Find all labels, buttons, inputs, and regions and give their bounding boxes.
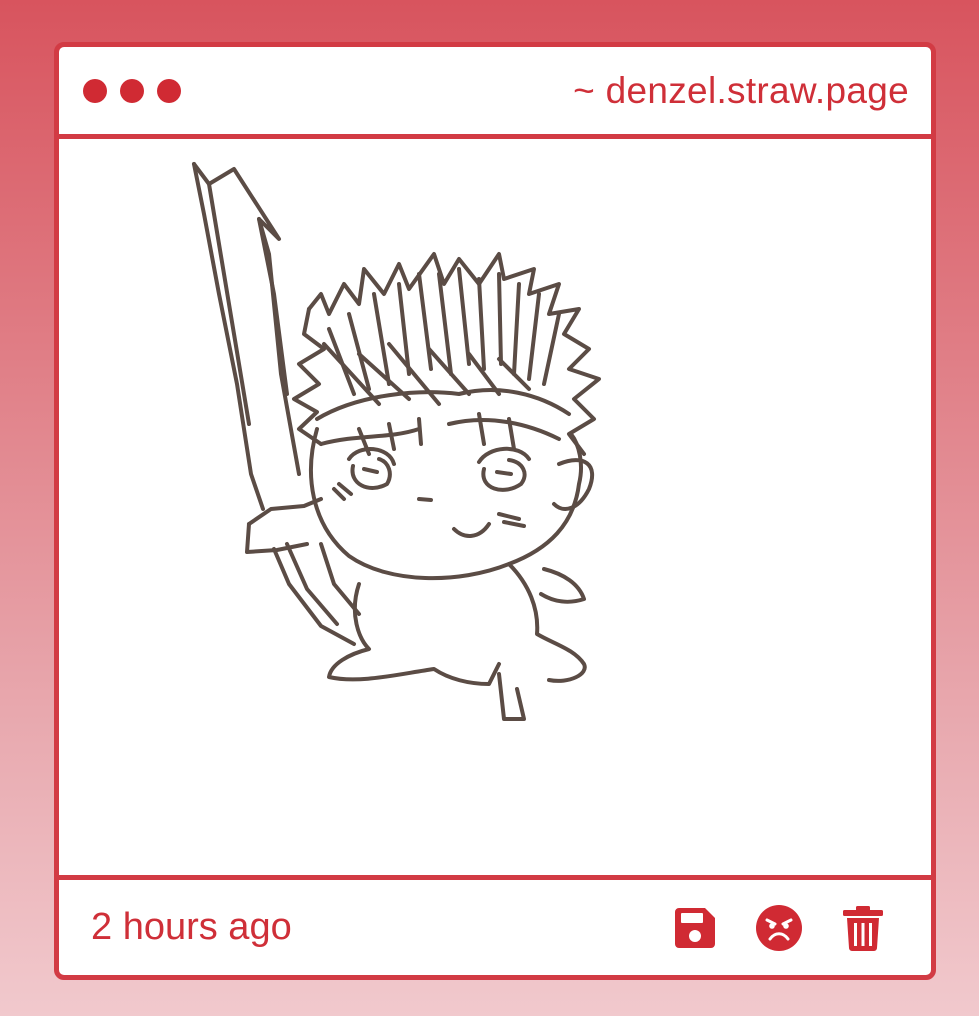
save-icon — [675, 907, 715, 948]
title-bar: ~ denzel.straw.page — [59, 47, 931, 139]
app-window: ~ denzel.straw.page 2 hours ago — [54, 42, 936, 980]
card-footer: 2 hours ago — [59, 875, 931, 975]
react-angry-button[interactable] — [755, 904, 803, 952]
action-bar — [671, 904, 887, 952]
trash-icon — [843, 905, 883, 951]
page-url: ~ denzel.straw.page — [573, 69, 909, 111]
window-dot-1[interactable] — [83, 78, 107, 103]
save-button[interactable] — [671, 904, 719, 952]
delete-button[interactable] — [839, 904, 887, 952]
post-timestamp: 2 hours ago — [91, 906, 292, 948]
angry-face-icon — [756, 904, 802, 951]
window-dot-2[interactable] — [120, 78, 144, 103]
window-dot-3[interactable] — [157, 78, 181, 103]
window-controls — [83, 78, 181, 103]
chibi-drawing — [192, 162, 601, 721]
drawing-canvas — [59, 144, 931, 870]
